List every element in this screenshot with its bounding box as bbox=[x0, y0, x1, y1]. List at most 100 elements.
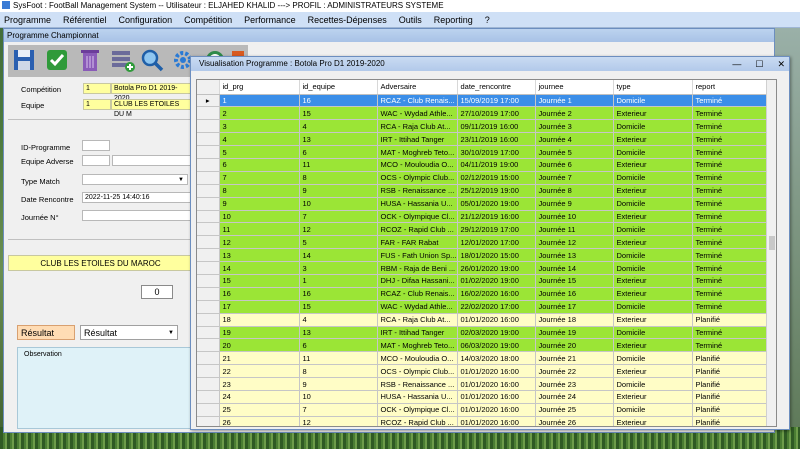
table-row[interactable]: 20 6 MAT - Moghreb Teto... 06/03/2020 19:00… bbox=[197, 338, 776, 353]
row-header[interactable] bbox=[197, 171, 220, 185]
column-header[interactable]: journee bbox=[535, 80, 614, 95]
table-cell[interactable]: Terminé bbox=[692, 158, 776, 172]
table-row[interactable]: 4 13 IRT - Ittihad Tanger 23/11/2019 16:00 J… bbox=[197, 132, 776, 147]
table-cell[interactable]: Journée 9 bbox=[535, 197, 614, 211]
table-cell[interactable]: Domicile bbox=[613, 171, 693, 185]
table-cell[interactable]: 4 bbox=[299, 119, 378, 134]
row-header[interactable] bbox=[197, 248, 220, 263]
table-cell[interactable]: Domicile bbox=[613, 377, 693, 391]
table-row[interactable]: 24 10 HUSA - Hassania U... 01/01/2020 16:00… bbox=[197, 390, 776, 404]
search-icon[interactable] bbox=[139, 47, 165, 73]
table-cell[interactable]: RCA - Raja Club At... bbox=[377, 119, 458, 134]
row-header[interactable] bbox=[197, 184, 220, 198]
table-cell[interactable]: Journée 2 bbox=[535, 106, 614, 121]
table-cell[interactable]: 16 bbox=[219, 287, 300, 301]
table-cell[interactable]: Planifié bbox=[692, 351, 776, 366]
table-cell[interactable]: 20 bbox=[219, 338, 300, 353]
table-cell[interactable]: 01/01/2020 16:00 bbox=[457, 377, 536, 391]
menu-programme[interactable]: Programme bbox=[4, 15, 51, 25]
table-cell[interactable]: Domicile bbox=[613, 248, 693, 263]
scrollbar-thumb[interactable] bbox=[769, 236, 775, 250]
row-header[interactable] bbox=[197, 416, 220, 426]
validate-icon[interactable] bbox=[44, 47, 70, 73]
table-cell[interactable]: Terminé bbox=[692, 235, 776, 250]
table-cell[interactable]: 10 bbox=[299, 390, 378, 404]
row-header[interactable] bbox=[197, 403, 220, 417]
table-cell[interactable]: Terminé bbox=[692, 210, 776, 224]
table-cell[interactable]: 6 bbox=[299, 338, 378, 353]
row-header[interactable] bbox=[197, 338, 220, 353]
table-cell[interactable]: RCAZ - Club Renais... bbox=[377, 287, 458, 301]
table-cell[interactable]: 23/11/2019 16:00 bbox=[457, 132, 536, 147]
table-cell[interactable]: Planifié bbox=[692, 390, 776, 404]
table-cell[interactable]: 4 bbox=[299, 313, 378, 327]
table-cell[interactable]: 15 bbox=[299, 300, 378, 314]
minimize-button[interactable]: — bbox=[732, 59, 741, 69]
menu-reporting[interactable]: Reporting bbox=[434, 15, 473, 25]
table-cell[interactable]: 8 bbox=[299, 171, 378, 185]
table-cell[interactable]: Journée 4 bbox=[535, 132, 614, 147]
table-cell[interactable]: Terminé bbox=[692, 326, 776, 340]
table-cell[interactable]: 8 bbox=[219, 184, 300, 198]
table-row[interactable]: 6 11 MCO - Mouloudia O... 04/11/2019 19:00 J… bbox=[197, 158, 776, 172]
table-row[interactable]: 3 4 RCA - Raja Club At... 09/11/2019 16:00 J… bbox=[197, 119, 776, 134]
table-cell[interactable]: Terminé bbox=[692, 145, 776, 159]
row-header[interactable] bbox=[197, 222, 220, 237]
row-header[interactable] bbox=[197, 210, 220, 224]
table-cell[interactable]: 01/01/2020 16:00 bbox=[457, 416, 536, 426]
table-cell[interactable]: Journée 5 bbox=[535, 145, 614, 159]
column-header[interactable]: report bbox=[692, 80, 776, 95]
table-cell[interactable]: Terminé bbox=[692, 94, 776, 108]
table-cell[interactable]: Domicile bbox=[613, 222, 693, 237]
table-cell[interactable]: 8 bbox=[299, 364, 378, 379]
table-cell[interactable]: 5 bbox=[299, 235, 378, 250]
maximize-button[interactable]: ☐ bbox=[755, 59, 763, 69]
table-cell[interactable]: 10 bbox=[299, 197, 378, 211]
row-header[interactable] bbox=[197, 390, 220, 404]
table-cell[interactable]: 3 bbox=[299, 261, 378, 275]
table-cell[interactable]: Domicile bbox=[613, 94, 693, 108]
table-cell[interactable]: RCAZ - Club Renais... bbox=[377, 94, 458, 108]
equipe-id-field[interactable]: 1 bbox=[83, 99, 111, 110]
table-cell[interactable]: WAC - Wydad Athle... bbox=[377, 300, 458, 314]
table-cell[interactable]: Journée 19 bbox=[535, 326, 614, 340]
table-cell[interactable]: Exterieur bbox=[613, 416, 693, 426]
table-cell[interactable]: 10 bbox=[219, 210, 300, 224]
table-cell[interactable]: 14/03/2020 18:00 bbox=[457, 351, 536, 366]
table-row[interactable]: 17 15 WAC - Wydad Athle... 22/02/2020 17:00… bbox=[197, 300, 776, 314]
table-cell[interactable]: 26 bbox=[219, 416, 300, 426]
table-cell[interactable]: Journée 25 bbox=[535, 403, 614, 417]
table-cell[interactable]: OCS - Olympic Club... bbox=[377, 171, 458, 185]
table-row[interactable]: 14 3 RBM - Raja de Beni ... 26/01/2020 19:0… bbox=[197, 261, 776, 275]
table-cell[interactable]: Journée 17 bbox=[535, 300, 614, 314]
table-cell[interactable]: 21 bbox=[219, 351, 300, 366]
equipe-adverse-id-field[interactable] bbox=[82, 155, 110, 166]
table-row[interactable]: 8 9 RSB - Renaissance ... 25/12/2019 19:00 J… bbox=[197, 184, 776, 198]
table-cell[interactable]: 1 bbox=[299, 274, 378, 288]
competition-name-field[interactable]: Botola Pro D1 2019-2020 bbox=[111, 83, 191, 102]
table-cell[interactable]: Terminé bbox=[692, 274, 776, 288]
table-cell[interactable]: 9 bbox=[219, 197, 300, 211]
score-spinner[interactable]: 0 bbox=[141, 285, 173, 299]
table-cell[interactable]: Terminé bbox=[692, 119, 776, 134]
table-cell[interactable]: HUSA - Hassania U... bbox=[377, 390, 458, 404]
table-cell[interactable]: 01/01/2020 16:00 bbox=[457, 403, 536, 417]
table-row[interactable]: 2 15 WAC - Wydad Athle... 27/10/2019 17:00 J… bbox=[197, 106, 776, 121]
table-cell[interactable]: Terminé bbox=[692, 300, 776, 314]
table-cell[interactable]: 18/01/2020 15:00 bbox=[457, 248, 536, 263]
table-cell[interactable]: 12/01/2020 17:00 bbox=[457, 235, 536, 250]
add-list-icon[interactable] bbox=[110, 47, 136, 73]
table-cell[interactable]: 11 bbox=[299, 158, 378, 172]
table-cell[interactable]: Terminé bbox=[692, 132, 776, 147]
table-cell[interactable]: 5 bbox=[219, 145, 300, 159]
table-cell[interactable]: 13 bbox=[299, 132, 378, 147]
table-cell[interactable]: 13 bbox=[219, 248, 300, 263]
row-header[interactable] bbox=[197, 326, 220, 340]
table-cell[interactable]: 01/01/2020 16:00 bbox=[457, 390, 536, 404]
table-cell[interactable]: RSB - Renaissance ... bbox=[377, 184, 458, 198]
table-cell[interactable]: Exterieur bbox=[613, 235, 693, 250]
table-cell[interactable]: 02/03/2020 19:00 bbox=[457, 326, 536, 340]
table-cell[interactable]: 25/12/2019 19:00 bbox=[457, 184, 536, 198]
table-cell[interactable]: Journée 13 bbox=[535, 248, 614, 263]
table-cell[interactable]: FAR - FAR Rabat bbox=[377, 235, 458, 250]
